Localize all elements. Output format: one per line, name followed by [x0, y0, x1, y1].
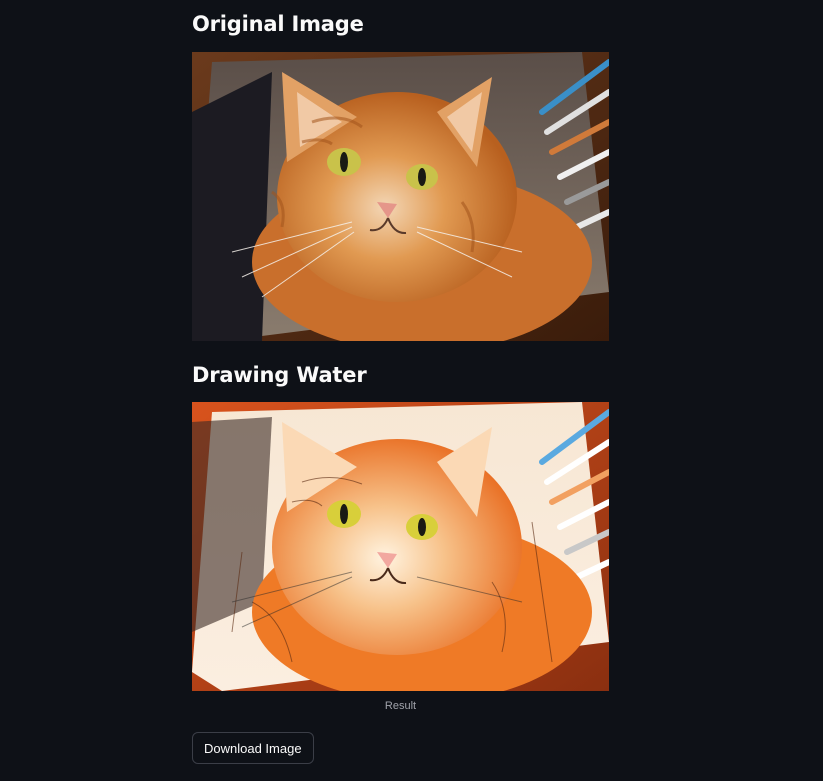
drawing-water-title: Drawing Water — [192, 363, 367, 387]
original-image — [192, 52, 609, 341]
download-image-button[interactable]: Download Image — [192, 732, 314, 764]
result-caption: Result — [384, 700, 417, 712]
drawing-image — [192, 402, 609, 691]
cat-photo-original — [192, 52, 609, 341]
original-image-container — [192, 52, 609, 341]
original-section: Original Image — [192, 10, 609, 38]
cat-photo-watercolor — [192, 402, 609, 691]
app-main: Original Image Drawing Water Result Down… — [0, 0, 823, 781]
drawing-section: Drawing Water — [192, 361, 609, 389]
drawing-image-container: Result — [192, 402, 609, 712]
original-image-title: Original Image — [192, 12, 364, 36]
